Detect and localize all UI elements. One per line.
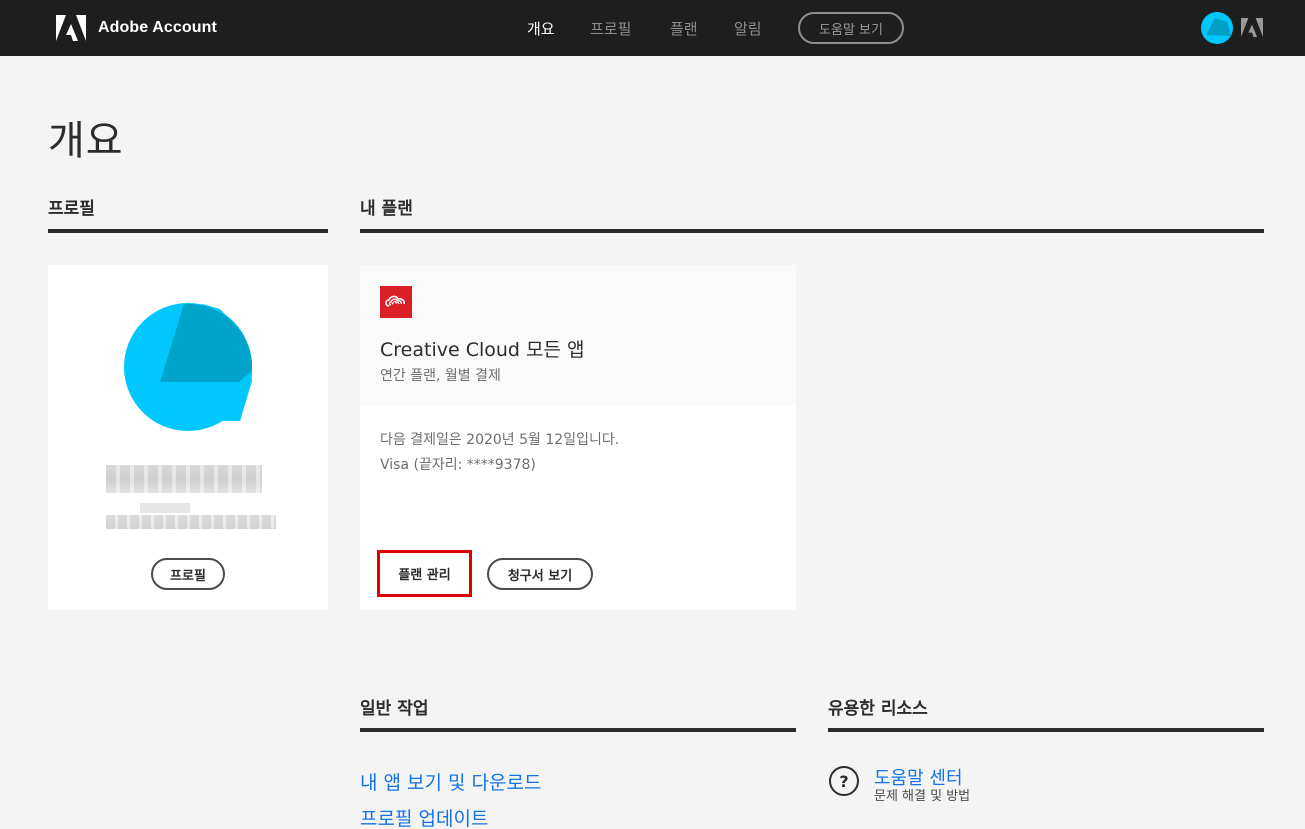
section-resources-heading: 유용한 리소스 bbox=[828, 699, 928, 719]
adobe-brand[interactable]: Adobe Account bbox=[56, 14, 217, 42]
section-my-plan-heading: 내 플랜 bbox=[360, 199, 413, 219]
adobe-logo-icon bbox=[56, 15, 86, 41]
section-common-tasks-heading: 일반 작업 bbox=[360, 699, 429, 719]
profile-card: 프로필 bbox=[48, 265, 328, 610]
plan-name: Creative Cloud 모든 앱 bbox=[380, 339, 585, 361]
manage-plan-button[interactable]: 플랜 관리 bbox=[377, 550, 472, 597]
view-invoice-button[interactable]: 청구서 보기 bbox=[487, 558, 593, 590]
creative-cloud-icon bbox=[380, 286, 412, 318]
section-divider bbox=[360, 728, 796, 732]
help-button[interactable]: 도움말 보기 bbox=[798, 12, 904, 44]
profile-name-redacted bbox=[106, 465, 262, 493]
nav-tab-notifications[interactable]: 알림 bbox=[734, 18, 762, 39]
section-divider bbox=[828, 728, 1264, 732]
nav-tab-overview[interactable]: 개요 bbox=[527, 18, 555, 39]
page-title: 개요 bbox=[48, 118, 124, 164]
adobe-apps-icon[interactable] bbox=[1241, 18, 1263, 41]
update-profile-link[interactable]: 프로필 업데이트 bbox=[360, 804, 488, 829]
help-question-icon: ? bbox=[828, 765, 860, 801]
brand-name: Adobe Account bbox=[98, 19, 217, 36]
plan-billing-type: 연간 플랜, 월별 결제 bbox=[380, 368, 501, 384]
avatar-icon[interactable] bbox=[1201, 12, 1233, 44]
plan-card: Creative Cloud 모든 앱 연간 플랜, 월별 결제 다음 결제일은… bbox=[360, 265, 796, 610]
top-navigation: Adobe Account 개요 프로필 플랜 알림 도움말 보기 bbox=[0, 0, 1305, 56]
profile-avatar-icon bbox=[124, 303, 253, 435]
next-billing-date: 다음 결제일은 2020년 5월 12일입니다. bbox=[380, 432, 620, 448]
help-center-description: 문제 해결 및 방법 bbox=[874, 789, 971, 804]
section-divider bbox=[48, 229, 328, 233]
section-profile-heading: 프로필 bbox=[48, 199, 95, 219]
profile-detail-redacted bbox=[140, 503, 190, 513]
nav-tab-profile[interactable]: 프로필 bbox=[590, 18, 631, 39]
profile-button[interactable]: 프로필 bbox=[151, 558, 225, 590]
view-download-apps-link[interactable]: 내 앱 보기 및 다운로드 bbox=[360, 768, 541, 795]
section-divider bbox=[360, 229, 1264, 233]
nav-tab-plans[interactable]: 플랜 bbox=[670, 18, 698, 39]
svg-text:?: ? bbox=[839, 772, 848, 791]
payment-method: Visa (끝자리: ****9378) bbox=[380, 457, 536, 473]
profile-email-redacted bbox=[106, 515, 276, 529]
